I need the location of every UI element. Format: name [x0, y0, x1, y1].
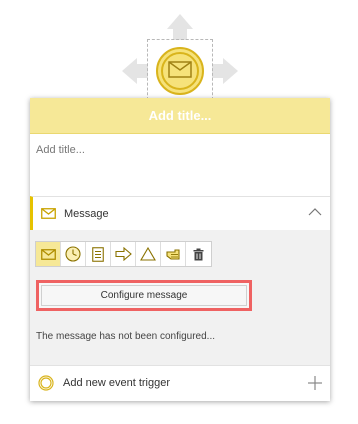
message-event-node[interactable]: [156, 47, 204, 95]
trigger-signal-button[interactable]: [136, 242, 161, 266]
message-section-label: Message: [64, 207, 109, 220]
envelope-icon: [168, 61, 192, 78]
trigger-conditional-button[interactable]: [86, 242, 111, 266]
event-ring-icon: [38, 374, 54, 391]
document-icon: [92, 246, 104, 262]
message-status-text: The message has not been configured...: [36, 331, 216, 342]
trigger-escalation-button[interactable]: [161, 242, 186, 266]
trigger-message-button[interactable]: [36, 242, 61, 266]
arrow-icon: [114, 247, 132, 261]
plus-icon[interactable]: [308, 376, 322, 390]
add-event-trigger-row[interactable]: Add new event trigger: [30, 365, 330, 399]
configure-message-button[interactable]: Configure message: [36, 280, 252, 311]
envelope-icon: [41, 208, 56, 219]
trigger-signal-arrow-button[interactable]: [111, 242, 136, 266]
title-placeholder: Add title...: [148, 108, 212, 123]
trigger-type-toolbar: [35, 241, 212, 267]
trash-icon: [193, 248, 204, 260]
chevron-up-icon[interactable]: [308, 207, 322, 216]
clock-icon: [65, 246, 81, 262]
event-properties-panel: Add title... Add title... Message Config…: [30, 98, 330, 401]
message-section-body: Configure message The message has not be…: [30, 230, 330, 365]
title-input[interactable]: Add title...: [30, 98, 330, 134]
description-placeholder: Add title...: [36, 144, 85, 156]
configure-message-label: Configure message: [100, 290, 188, 301]
triangle-icon: [140, 247, 156, 261]
trigger-delete-button[interactable]: [186, 242, 211, 266]
hand-icon: [166, 248, 180, 260]
description-input[interactable]: Add title...: [30, 134, 330, 196]
add-event-trigger-label: Add new event trigger: [63, 376, 171, 389]
trigger-timer-button[interactable]: [61, 242, 86, 266]
message-section-header[interactable]: Message: [30, 196, 330, 230]
envelope-icon: [40, 248, 56, 260]
event-node-area: [120, 12, 240, 105]
